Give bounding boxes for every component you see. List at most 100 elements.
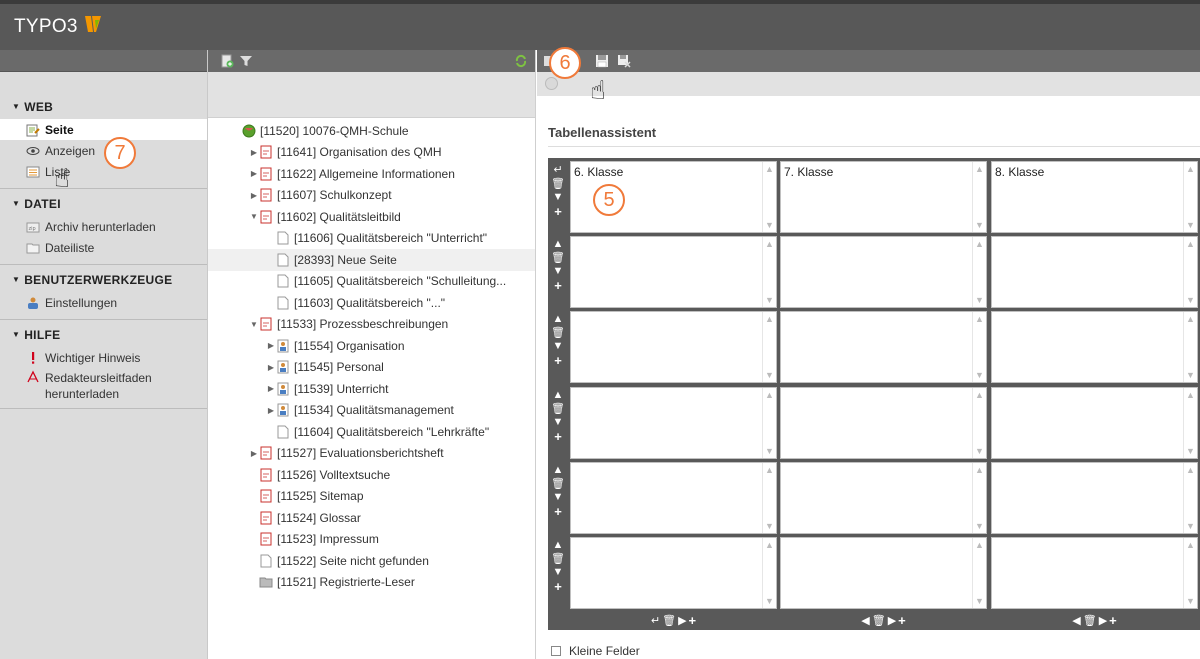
tree-expand-icon[interactable]: ▶	[249, 191, 259, 200]
module-item[interactable]: Redakteursleitfaden herunterladen	[0, 368, 207, 402]
scroll-down-icon[interactable]: ▼	[1186, 596, 1195, 606]
scroll-up-icon[interactable]: ▲	[765, 239, 774, 249]
scroll-up-icon[interactable]: ▲	[975, 390, 984, 400]
tree-node[interactable]: ▼ [11602] Qualitätsleitbild	[208, 206, 535, 228]
page-icon[interactable]	[276, 231, 290, 245]
scroll-down-icon[interactable]: ▼	[975, 521, 984, 531]
tree-node[interactable]: [11524] Glossar	[208, 507, 535, 529]
cell-scrollbar[interactable]: ▲ ▼	[1183, 387, 1197, 458]
column-delete-icon[interactable]: 🗑	[872, 614, 886, 627]
tree-node-label[interactable]: [11641] Organisation des QMH	[277, 145, 442, 159]
tree-node[interactable]: [11521] Registrierte-Leser	[208, 572, 535, 594]
scroll-down-icon[interactable]: ▼	[975, 596, 984, 606]
tree-node[interactable]: ▶ [11607] Schulkonzept	[208, 185, 535, 207]
small-fields-checkbox[interactable]	[551, 646, 561, 656]
tree-node[interactable]: ▶ [11622] Allgemeine Informationen	[208, 163, 535, 185]
table-cell-textarea[interactable]: ▲ ▼	[991, 386, 1198, 459]
globe-icon[interactable]	[242, 124, 256, 138]
tree-expand-icon[interactable]: ▶	[266, 384, 276, 393]
tree-node[interactable]: [11606] Qualitätsbereich "Unterricht"	[208, 228, 535, 250]
row-down-icon[interactable]: ▼	[553, 340, 564, 352]
cell-scrollbar[interactable]: ▲ ▼	[1183, 312, 1197, 383]
shortcut-page-icon[interactable]	[259, 188, 273, 202]
scroll-up-icon[interactable]: ▲	[975, 540, 984, 550]
module-item[interactable]: Dateiliste	[0, 237, 207, 258]
scroll-down-icon[interactable]: ▼	[975, 295, 984, 305]
tree-node-label[interactable]: [11554] Organisation	[294, 339, 405, 353]
page-icon[interactable]	[276, 425, 290, 439]
row-delete-icon[interactable]: 🗑	[551, 477, 565, 490]
table-cell-textarea[interactable]: 8. Klasse ▲ ▼	[991, 161, 1198, 233]
cell-scrollbar[interactable]: ▲ ▼	[1183, 538, 1197, 608]
row-up-icon[interactable]: ▲	[553, 313, 564, 325]
scroll-up-icon[interactable]: ▲	[765, 540, 774, 550]
row-delete-icon[interactable]: 🗑	[551, 326, 565, 339]
row-down-icon[interactable]: ▼	[553, 491, 564, 503]
user-page-icon[interactable]	[276, 339, 290, 353]
tree-node-label[interactable]: [11524] Glossar	[277, 511, 361, 525]
cell-scrollbar[interactable]: ▲ ▼	[972, 462, 986, 533]
row-delete-icon[interactable]: 🗑	[551, 251, 565, 264]
typo3-logo[interactable]: TYPO3	[14, 14, 102, 40]
row-add-icon[interactable]: +	[554, 353, 562, 368]
table-cell-textarea[interactable]: ▲ ▼	[570, 537, 777, 609]
tree-node[interactable]: ▶ [11545] Personal	[208, 357, 535, 379]
shortcut-page-icon[interactable]	[259, 446, 273, 460]
filter-icon[interactable]	[239, 54, 253, 68]
column-add-icon[interactable]: +	[1109, 613, 1117, 628]
tree-node-label[interactable]: [11521] Registrierte-Leser	[277, 575, 415, 589]
tree-expand-icon[interactable]: ▶	[266, 406, 276, 415]
row-down-icon[interactable]: ▼	[553, 566, 564, 578]
tree-node[interactable]: [11523] Impressum	[208, 529, 535, 551]
cell-scrollbar[interactable]: ▲ ▼	[1183, 462, 1197, 533]
tree-expand-icon[interactable]: ▶	[249, 148, 259, 157]
scroll-down-icon[interactable]: ▼	[765, 295, 774, 305]
column-right-icon[interactable]: ▶	[888, 614, 896, 627]
folder-icon[interactable]	[259, 575, 273, 589]
shortcut-page-icon[interactable]	[259, 489, 273, 503]
cell-scrollbar[interactable]: ▲ ▼	[1183, 162, 1197, 232]
row-add-icon[interactable]: +	[554, 579, 562, 594]
tree-expand-icon[interactable]: ▶	[266, 363, 276, 372]
column-add-icon[interactable]: +	[689, 613, 697, 628]
cell-scrollbar[interactable]: ▲ ▼	[762, 538, 776, 608]
column-return-icon[interactable]: ↵	[651, 614, 660, 627]
table-cell-textarea[interactable]: ▲ ▼	[570, 311, 777, 384]
module-item[interactable]: Seite	[0, 119, 207, 140]
row-add-icon[interactable]: +	[554, 504, 562, 519]
row-add-icon[interactable]: +	[554, 204, 562, 219]
tree-node[interactable]: [11520] 10076-QMH-Schule	[208, 120, 535, 142]
scroll-down-icon[interactable]: ▼	[1186, 220, 1195, 230]
scroll-down-icon[interactable]: ▼	[975, 220, 984, 230]
page-icon[interactable]	[276, 274, 290, 288]
tree-node[interactable]: [11525] Sitemap	[208, 486, 535, 508]
tree-node[interactable]: ▶ [11641] Organisation des QMH	[208, 142, 535, 164]
tree-node-label[interactable]: [11607] Schulkonzept	[277, 188, 392, 202]
table-cell-textarea[interactable]: ▲ ▼	[991, 311, 1198, 384]
page-icon[interactable]	[259, 554, 273, 568]
tree-node[interactable]: ▶ [11527] Evaluationsberichtsheft	[208, 443, 535, 465]
tree-node-label[interactable]: [28393] Neue Seite	[294, 253, 397, 267]
cell-scrollbar[interactable]: ▲ ▼	[972, 237, 986, 308]
table-cell-textarea[interactable]: ▲ ▼	[991, 537, 1198, 609]
table-cell-textarea[interactable]: ▲ ▼	[780, 386, 987, 459]
scroll-down-icon[interactable]: ▼	[765, 521, 774, 531]
row-add-icon[interactable]: +	[554, 278, 562, 293]
tree-node-label[interactable]: [11522] Seite nicht gefunden	[277, 554, 429, 568]
scroll-down-icon[interactable]: ▼	[975, 370, 984, 380]
tree-node[interactable]: [11605] Qualitätsbereich "Schulleitung..…	[208, 271, 535, 293]
scroll-down-icon[interactable]: ▼	[1186, 521, 1195, 531]
column-left-icon[interactable]: ◀	[1072, 614, 1080, 627]
row-delete-icon[interactable]: 🗑	[551, 552, 565, 565]
column-delete-icon[interactable]: 🗑	[1083, 614, 1097, 627]
table-cell-textarea[interactable]: ▲ ▼	[570, 461, 777, 534]
cell-scrollbar[interactable]: ▲ ▼	[972, 387, 986, 458]
tree-expand-icon[interactable]: ▼	[249, 320, 259, 329]
shortcut-page-icon[interactable]	[259, 145, 273, 159]
column-delete-icon[interactable]: 🗑	[662, 614, 676, 627]
column-right-icon[interactable]: ▶	[1099, 614, 1107, 627]
tree-expand-icon[interactable]: ▶	[249, 169, 259, 178]
scroll-up-icon[interactable]: ▲	[1186, 164, 1195, 174]
cell-scrollbar[interactable]: ▲ ▼	[972, 312, 986, 383]
cell-scrollbar[interactable]: ▲ ▼	[762, 312, 776, 383]
